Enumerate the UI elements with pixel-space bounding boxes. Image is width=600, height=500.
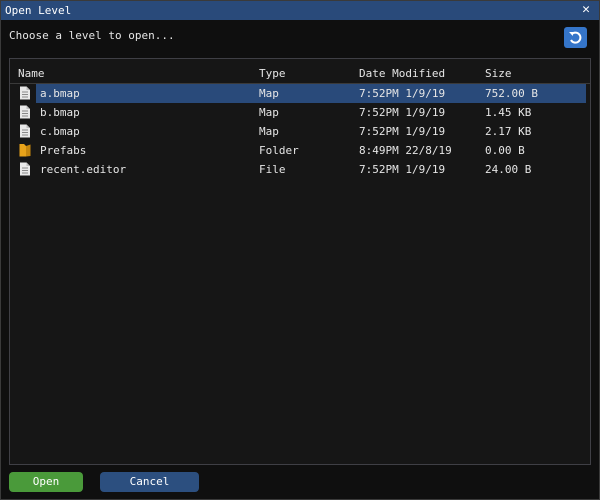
file-size: 752.00 B — [485, 87, 538, 100]
file-list-header: Name Type Date Modified Size — [10, 59, 590, 84]
file-name: recent.editor — [40, 163, 127, 176]
file-type: Map — [259, 125, 279, 138]
file-size: 1.45 KB — [485, 106, 532, 119]
close-icon[interactable]: ✕ — [579, 2, 593, 18]
dialog-title: Open Level — [5, 4, 72, 17]
file-row[interactable]: c.bmap Map 7:52PM 1/9/19 2.17 KB — [10, 122, 590, 141]
file-date: 7:52PM 1/9/19 — [359, 87, 446, 100]
file-row[interactable]: Prefabs Folder 8:49PM 22/8/19 0.00 B — [10, 141, 590, 160]
file-date: 7:52PM 1/9/19 — [359, 163, 446, 176]
file-name: c.bmap — [40, 125, 80, 138]
column-header-date[interactable]: Date Modified — [359, 67, 445, 80]
column-header-type[interactable]: Type — [259, 67, 286, 80]
file-date: 7:52PM 1/9/19 — [359, 106, 446, 119]
open-level-dialog: Open Level ✕ Choose a level to open... N… — [0, 0, 600, 500]
folder-icon — [19, 143, 31, 157]
file-size: 2.17 KB — [485, 125, 532, 138]
file-name: b.bmap — [40, 106, 80, 119]
file-icon — [19, 162, 31, 176]
prompt-text: Choose a level to open... — [9, 29, 175, 42]
file-row[interactable]: a.bmap Map 7:52PM 1/9/19 752.00 B — [10, 84, 590, 103]
refresh-icon — [569, 31, 582, 44]
title-bar[interactable]: Open Level ✕ — [1, 1, 599, 20]
refresh-button[interactable] — [564, 27, 587, 48]
file-icon — [19, 124, 31, 138]
file-type: Folder — [259, 144, 299, 157]
file-size: 0.00 B — [485, 144, 525, 157]
file-list[interactable]: Name Type Date Modified Size a.bmap Map 7:… — [9, 58, 591, 465]
file-name: a.bmap — [40, 87, 80, 100]
file-row[interactable]: recent.editor File 7:52PM 1/9/19 24.00 B — [10, 160, 590, 179]
cancel-button[interactable]: Cancel — [100, 472, 199, 492]
file-type: File — [259, 163, 286, 176]
file-type: Map — [259, 87, 279, 100]
file-size: 24.00 B — [485, 163, 532, 176]
file-row[interactable]: b.bmap Map 7:52PM 1/9/19 1.45 KB — [10, 103, 590, 122]
column-header-size[interactable]: Size — [485, 67, 512, 80]
file-name: Prefabs — [40, 144, 87, 157]
file-icon — [19, 86, 31, 100]
file-type: Map — [259, 106, 279, 119]
column-header-name[interactable]: Name — [18, 67, 45, 80]
file-date: 8:49PM 22/8/19 — [359, 144, 452, 157]
open-button[interactable]: Open — [9, 472, 83, 492]
file-date: 7:52PM 1/9/19 — [359, 125, 446, 138]
file-icon — [19, 105, 31, 119]
